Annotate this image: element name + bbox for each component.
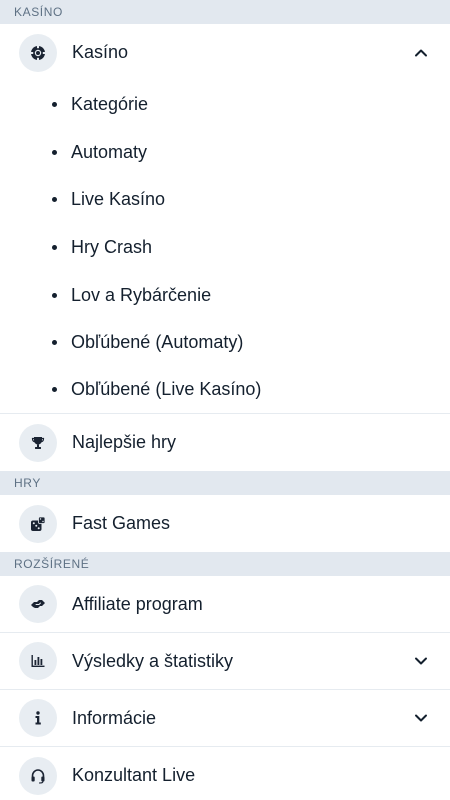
submenu-item-label: Automaty xyxy=(71,141,148,162)
bullet xyxy=(52,149,57,155)
bar-chart-icon xyxy=(19,642,57,681)
bullet xyxy=(52,197,57,203)
submenu-item-label: Lov a Rybárčenie xyxy=(71,284,212,305)
bullet xyxy=(52,245,57,251)
submenu-item-label: Hry Crash xyxy=(71,237,153,258)
menu-item-support[interactable]: Konzultant Live xyxy=(0,747,450,800)
chevron-up-icon[interactable] xyxy=(414,46,428,60)
headset-icon xyxy=(19,756,57,795)
menu-item-top-games[interactable]: Najlepšie hry xyxy=(0,414,450,471)
chevron-down-icon[interactable] xyxy=(414,711,428,725)
menu-item-results-label: Výsledky a štatistiky xyxy=(72,650,234,671)
section-header-casino: KASÍNO xyxy=(0,0,450,24)
chevron-down-icon[interactable] xyxy=(414,654,428,668)
bullet xyxy=(52,102,57,108)
menu-item-results[interactable]: Výsledky a štatistiky xyxy=(0,633,450,691)
dice-icon xyxy=(19,504,57,543)
bullet xyxy=(52,292,57,298)
menu-item-casino[interactable]: Kasíno xyxy=(0,24,450,81)
submenu-item-favorite-live-casino[interactable]: Obľúbené (Live Kasíno) xyxy=(0,367,450,415)
submenu-item-crash-games[interactable]: Hry Crash xyxy=(0,224,450,272)
submenu-item-categories[interactable]: Kategórie xyxy=(0,81,450,129)
trophy-icon xyxy=(19,423,57,462)
casino-submenu: Kategórie Automaty Live Kasíno Hry Crash… xyxy=(0,81,450,415)
menu-item-support-label: Konzultant Live xyxy=(72,765,196,786)
menu-item-casino-label: Kasíno xyxy=(72,42,129,62)
menu-item-info[interactable]: Informácie xyxy=(0,690,450,748)
section-header-games: HRY xyxy=(0,471,450,496)
submenu-item-label: Live Kasíno xyxy=(71,189,166,210)
menu-item-affiliate[interactable]: Affiliate program xyxy=(0,576,450,634)
menu-item-top-games-label: Najlepšie hry xyxy=(72,432,177,453)
menu-item-info-label: Informácie xyxy=(72,707,157,728)
submenu-item-label: Obľúbené (Automaty) xyxy=(71,332,244,353)
submenu-item-slots[interactable]: Automaty xyxy=(0,129,450,177)
bullet xyxy=(52,387,57,393)
handshake-icon xyxy=(19,585,57,624)
info-icon xyxy=(19,699,57,738)
submenu-item-label: Obľúbené (Live Kasíno) xyxy=(71,379,262,400)
bullet xyxy=(52,340,57,346)
submenu-item-label: Kategórie xyxy=(71,94,149,115)
menu-item-fast-games-label: Fast Games xyxy=(72,513,171,534)
section-header-extended: ROZŠÍRENÉ xyxy=(0,552,450,577)
menu-item-affiliate-label: Affiliate program xyxy=(72,593,203,614)
casino-chip-icon xyxy=(19,33,57,72)
submenu-item-live-casino[interactable]: Live Kasíno xyxy=(0,176,450,224)
submenu-item-fishing[interactable]: Lov a Rybárčenie xyxy=(0,271,450,319)
submenu-item-favorite-slots[interactable]: Obľúbené (Automaty) xyxy=(0,319,450,367)
menu-item-fast-games[interactable]: Fast Games xyxy=(0,495,450,552)
